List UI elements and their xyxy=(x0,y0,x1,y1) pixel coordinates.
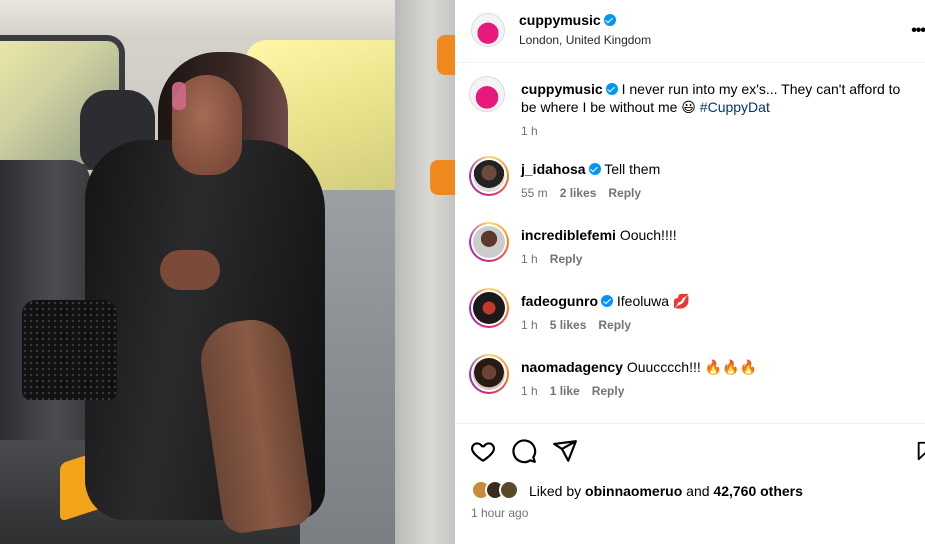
likes-others[interactable]: 42,760 others xyxy=(713,483,803,499)
comment-username[interactable]: j_idahosa xyxy=(521,161,586,177)
photo-car-pillar xyxy=(395,0,455,544)
verified-badge-icon xyxy=(605,83,618,95)
post-header: cuppymusic London, United Kingdom ••• xyxy=(455,0,925,63)
reply-button[interactable]: Reply xyxy=(598,318,631,332)
likes-prefix: Liked by xyxy=(529,483,582,499)
photo-pink-hair-streak xyxy=(172,82,186,110)
author-info: cuppymusic London, United Kingdom xyxy=(519,12,651,47)
comment-meta: 1 h 1 like Reply xyxy=(521,384,624,398)
post-location[interactable]: London, United Kingdom xyxy=(519,33,651,47)
comment-time[interactable]: 1 h xyxy=(521,384,538,398)
comment-meta: 55 m 2 likes Reply xyxy=(521,186,641,200)
caption-text-block: cuppymusic I never run into my ex's... T… xyxy=(521,80,916,116)
caption-username[interactable]: cuppymusic xyxy=(521,81,603,97)
comment-avatar[interactable] xyxy=(469,354,509,394)
author-username[interactable]: cuppymusic xyxy=(519,12,601,28)
comment-body: j_idahosa Tell them xyxy=(521,160,916,178)
photo-hands xyxy=(160,250,220,290)
likes-middle: and xyxy=(686,483,710,499)
caption-hashtag[interactable]: #CuppyDat xyxy=(700,99,770,115)
comment-body: incrediblefemi Oouch!!!! xyxy=(521,226,916,244)
comment-likes[interactable]: 5 likes xyxy=(550,318,587,332)
photo-handbag xyxy=(22,300,117,400)
post-sidebar: cuppymusic London, United Kingdom ••• cu… xyxy=(455,0,925,544)
reply-button[interactable]: Reply xyxy=(592,384,625,398)
comment-likes[interactable]: 1 like xyxy=(550,384,580,398)
heart-icon[interactable] xyxy=(470,438,496,464)
share-icon[interactable] xyxy=(552,438,578,464)
photo-orange-handle xyxy=(437,35,455,75)
liker-avatars[interactable] xyxy=(471,480,529,500)
comment-username[interactable]: incrediblefemi xyxy=(521,227,616,243)
verified-badge-icon xyxy=(601,295,613,307)
comment-body: naomadagency Ouucccch!!! 🔥🔥🔥 xyxy=(521,358,916,376)
comment-time[interactable]: 1 h xyxy=(521,252,538,266)
comment-meta: 1 h 5 likes Reply xyxy=(521,318,631,332)
reply-button[interactable]: Reply xyxy=(608,186,641,200)
comment-avatar[interactable] xyxy=(469,288,509,328)
comment-meta: 1 h Reply xyxy=(521,252,582,266)
reply-button[interactable]: Reply xyxy=(550,252,583,266)
comment-avatar[interactable] xyxy=(469,156,509,196)
author-avatar[interactable] xyxy=(471,13,505,47)
photo-orange-handle xyxy=(430,160,455,195)
likes-summary: Liked by obinnaomeruo and 42,760 others xyxy=(529,483,803,499)
post-photo[interactable] xyxy=(0,0,455,544)
comment-text: Tell them xyxy=(604,161,661,177)
comment-username[interactable]: fadeogunro xyxy=(521,293,598,309)
comment-username[interactable]: naomadagency xyxy=(521,359,623,375)
comment-body: fadeogunro Ifeoluwa 💋 xyxy=(521,292,916,310)
post-timestamp[interactable]: 1 hour ago xyxy=(471,506,528,520)
comment-time[interactable]: 1 h xyxy=(521,318,538,332)
comment-text: Ouucccch!!! 🔥🔥🔥 xyxy=(626,359,757,375)
comment-time[interactable]: 55 m xyxy=(521,186,548,200)
photo-car-roof xyxy=(0,0,455,40)
comment-text: Ifeoluwa 💋 xyxy=(616,293,691,309)
bookmark-icon[interactable] xyxy=(915,438,925,464)
liker-username[interactable]: obinnaomeruo xyxy=(585,483,682,499)
verified-badge-icon xyxy=(603,14,616,26)
caption-time[interactable]: 1 h xyxy=(521,124,538,138)
comment-text: Oouch!!!! xyxy=(619,227,677,243)
comment-likes[interactable]: 2 likes xyxy=(560,186,597,200)
liker-avatar xyxy=(499,480,519,500)
comment-avatar[interactable] xyxy=(469,222,509,262)
verified-badge-icon xyxy=(588,163,601,175)
more-options-icon[interactable]: ••• xyxy=(911,22,925,40)
comment-icon[interactable] xyxy=(511,438,537,464)
caption-avatar[interactable] xyxy=(469,76,505,112)
